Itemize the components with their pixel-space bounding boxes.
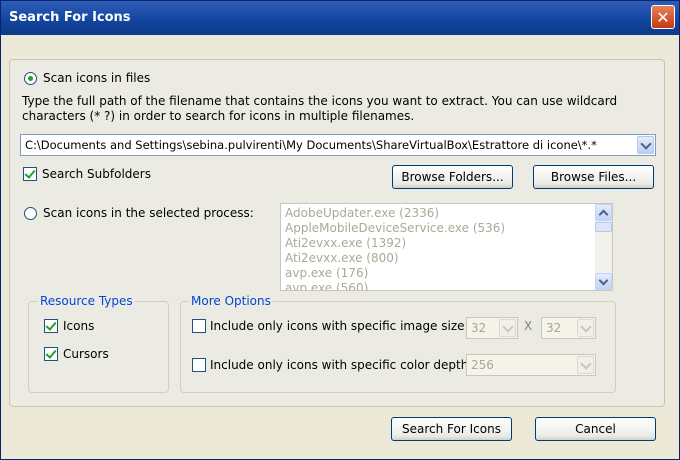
scan-process-label[interactable]: Scan icons in the selected process: <box>43 206 254 220</box>
scroll-up-icon[interactable] <box>595 204 612 221</box>
window-title: Search For Icons <box>9 10 131 25</box>
image-width-value: 32 <box>471 321 487 335</box>
cursors-checkbox[interactable] <box>44 347 58 361</box>
search-subfolders-label[interactable]: Search Subfolders <box>42 167 151 181</box>
image-size-checkbox[interactable] <box>192 319 206 333</box>
path-combobox[interactable]: C:\Documents and Settings\sebina.pulvire… <box>20 134 656 156</box>
list-item[interactable]: AdobeUpdater.exe (2336) <box>281 206 591 221</box>
scroll-down-icon[interactable] <box>595 273 612 290</box>
search-subfolders-checkbox[interactable] <box>23 167 37 181</box>
cursors-label[interactable]: Cursors <box>63 347 109 361</box>
instructions-text: Type the full path of the filename that … <box>22 94 618 123</box>
more-options-title: More Options <box>189 294 273 308</box>
list-item[interactable]: Ati2evxx.exe (1392) <box>281 236 591 251</box>
list-item[interactable]: avp.exe (176) <box>281 266 591 281</box>
list-item[interactable]: avp.exe (560) <box>281 281 591 290</box>
color-depth-select[interactable]: 256 <box>466 354 596 376</box>
search-for-icons-button[interactable]: Search For Icons <box>391 417 512 441</box>
chevron-down-icon[interactable] <box>499 319 516 337</box>
list-scrollbar[interactable] <box>595 204 612 290</box>
title-bar[interactable]: Search For Icons ✕ <box>1 1 679 35</box>
icons-label[interactable]: Icons <box>63 319 94 333</box>
search-for-icons-dialog: Search For Icons ✕ Scan icons in files T… <box>0 0 680 460</box>
image-height-select[interactable]: 32 <box>541 317 596 339</box>
color-depth-label[interactable]: Include only icons with specific color d… <box>210 358 472 372</box>
scan-process-radio[interactable] <box>24 207 37 220</box>
cancel-button[interactable]: Cancel <box>535 417 656 441</box>
scan-files-label[interactable]: Scan icons in files <box>43 71 150 85</box>
close-button[interactable]: ✕ <box>651 5 675 29</box>
chevron-down-icon[interactable] <box>637 136 654 154</box>
browse-files-button[interactable]: Browse Files... <box>533 165 654 189</box>
path-input[interactable]: C:\Documents and Settings\sebina.pulvire… <box>25 138 597 152</box>
list-item[interactable]: Ati2evxx.exe (800) <box>281 251 591 266</box>
color-depth-checkbox[interactable] <box>192 358 206 372</box>
icons-checkbox[interactable] <box>44 319 58 333</box>
image-size-label[interactable]: Include only icons with specific image s… <box>210 319 469 333</box>
image-height-value: 32 <box>546 321 562 335</box>
resource-types-group: Resource Types Icons Cursors <box>28 294 169 393</box>
resource-types-title: Resource Types <box>38 294 135 308</box>
chevron-down-icon[interactable] <box>577 319 594 337</box>
image-width-select[interactable]: 32 <box>466 317 518 339</box>
process-listbox[interactable]: AdobeUpdater.exe (2336) AppleMobileDevic… <box>280 203 613 291</box>
more-options-group: More Options Include only icons with spe… <box>180 294 616 393</box>
chevron-down-icon[interactable] <box>577 356 594 374</box>
color-depth-value: 256 <box>471 358 494 372</box>
scan-files-radio[interactable] <box>24 72 37 85</box>
list-item[interactable]: AppleMobileDeviceService.exe (536) <box>281 221 591 236</box>
scroll-thumb[interactable] <box>595 222 612 232</box>
size-separator: X <box>524 319 533 333</box>
browse-folders-button[interactable]: Browse Folders... <box>392 165 513 189</box>
